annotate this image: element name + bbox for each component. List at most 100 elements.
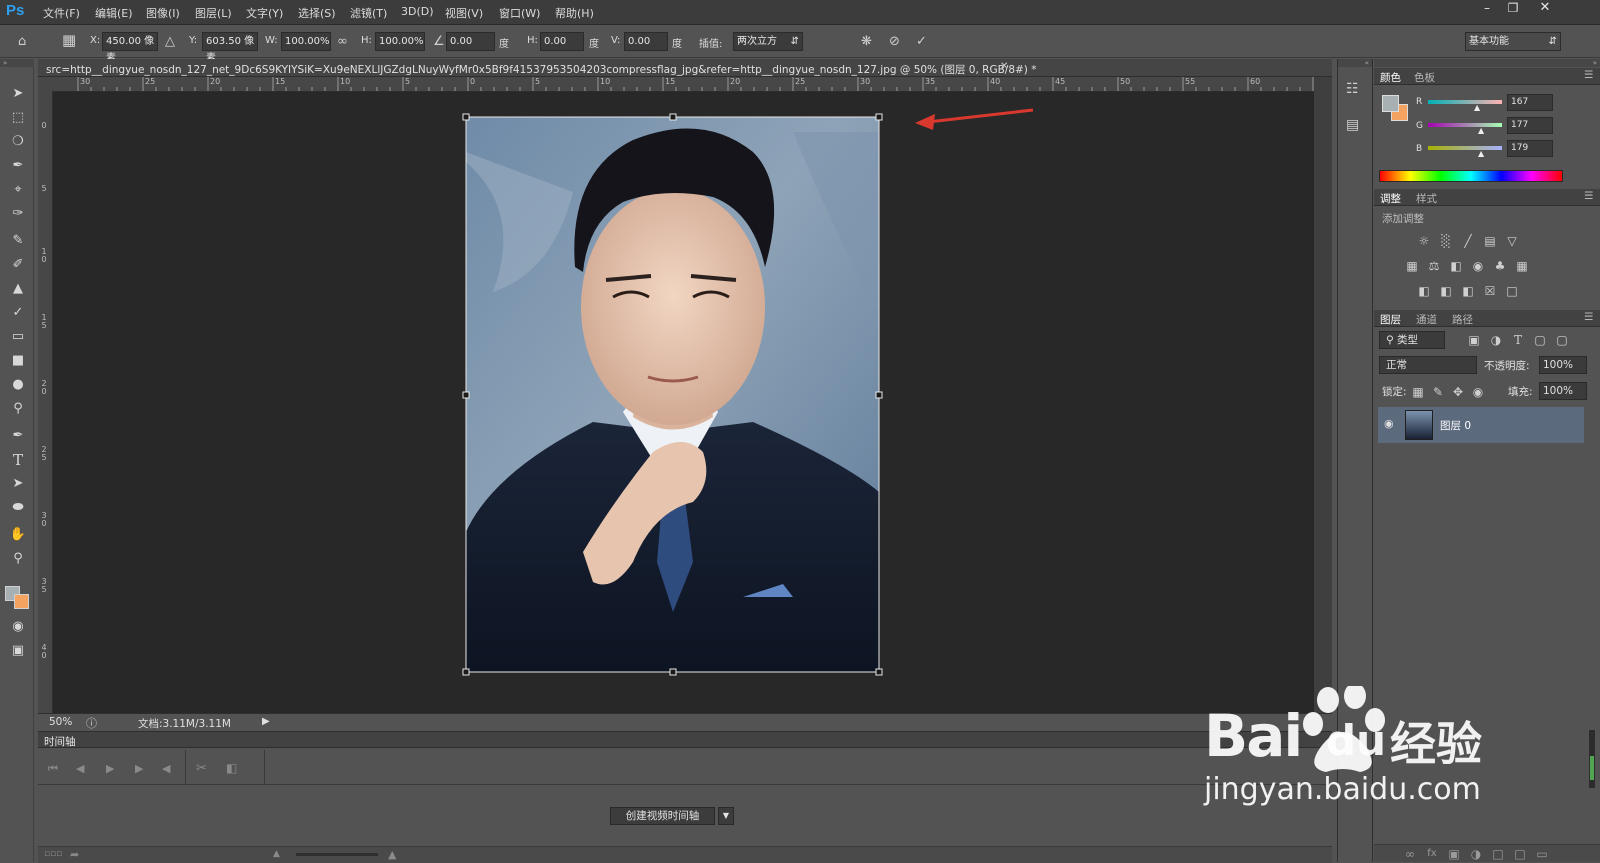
posterize-icon[interactable]: ◧ bbox=[1438, 284, 1454, 298]
adjustment-layer-icon[interactable]: ◑ bbox=[1468, 847, 1484, 861]
transform-handle[interactable] bbox=[669, 668, 677, 676]
menu-image[interactable]: 图像(I) bbox=[146, 5, 180, 21]
zoom-level[interactable]: 50% bbox=[49, 716, 72, 728]
menu-select[interactable]: 选择(S) bbox=[298, 5, 336, 21]
menu-view[interactable]: 视图(V) bbox=[445, 5, 483, 21]
tool-preset-icon[interactable]: ⌂ bbox=[18, 34, 26, 49]
fill-field[interactable]: 100% bbox=[1539, 382, 1587, 400]
mask-icon[interactable]: ▣ bbox=[1446, 847, 1462, 861]
commit-transform-icon[interactable]: ✓ bbox=[916, 34, 927, 49]
angle-field[interactable]: 0.00 bbox=[446, 32, 495, 51]
color-balance-icon[interactable]: ⚖ bbox=[1426, 259, 1442, 273]
collapse-icon[interactable]: « bbox=[1338, 59, 1372, 67]
color-spectrum-ramp[interactable] bbox=[1379, 170, 1563, 182]
menu-3d[interactable]: 3D(D) bbox=[401, 5, 434, 18]
create-video-timeline-button[interactable]: 创建视频时间轴 bbox=[610, 807, 715, 825]
transform-handle[interactable] bbox=[462, 391, 470, 399]
levels-icon[interactable]: ░ bbox=[1438, 234, 1454, 248]
tab-channels[interactable]: 通道 bbox=[1416, 312, 1437, 327]
black-white-icon[interactable]: ◧ bbox=[1448, 259, 1464, 273]
healing-brush-tool-icon[interactable]: ✎ bbox=[7, 231, 29, 251]
history-panel-icon[interactable]: ☷ bbox=[1346, 81, 1359, 97]
stamp-tool-icon[interactable]: ▲ bbox=[7, 279, 29, 299]
first-frame-icon[interactable]: ⏮ bbox=[48, 762, 58, 776]
zoom-in-icon[interactable]: ▲ bbox=[388, 848, 396, 861]
curves-icon[interactable]: ╱ bbox=[1460, 234, 1476, 248]
collapse-icon[interactable]: » bbox=[0, 59, 34, 67]
lock-pixels-icon[interactable]: ✎ bbox=[1430, 385, 1446, 399]
crop-tool-icon[interactable]: ⌖ bbox=[7, 180, 29, 200]
play-icon[interactable]: ▶ bbox=[106, 762, 114, 775]
transform-handle[interactable] bbox=[462, 668, 470, 676]
hand-tool-icon[interactable]: ✋ bbox=[7, 525, 29, 545]
status-menu-arrow-icon[interactable]: ▶ bbox=[262, 716, 270, 727]
brightness-icon[interactable]: ☼ bbox=[1416, 234, 1432, 248]
workspace-select[interactable]: 基本功能 ⇵ bbox=[1465, 32, 1561, 51]
panel-menu-icon[interactable]: ☰ bbox=[1584, 69, 1593, 81]
frame-mode-icon[interactable]: ▫▫▫ bbox=[44, 849, 62, 859]
layers-scrollbar[interactable] bbox=[1588, 729, 1596, 789]
lock-all-icon[interactable]: ◉ bbox=[1470, 385, 1486, 399]
layer-row[interactable]: ◉ 图层 0 bbox=[1378, 407, 1584, 443]
g-value-field[interactable]: 177 bbox=[1507, 117, 1553, 134]
next-frame-icon[interactable]: ▶ bbox=[135, 762, 143, 775]
background-color-swatch[interactable] bbox=[14, 594, 29, 609]
document-tab[interactable]: src=http__dingyue_nosdn_127_net_9Dc6S9KY… bbox=[38, 59, 1332, 77]
opacity-field[interactable]: 100% bbox=[1539, 356, 1587, 374]
tab-swatches[interactable]: 色板 bbox=[1414, 70, 1435, 85]
transform-handle[interactable] bbox=[875, 668, 883, 676]
panel-menu-icon[interactable]: ☰ bbox=[1584, 311, 1593, 323]
lasso-tool-icon[interactable]: ❍ bbox=[7, 132, 29, 152]
reference-point-icon[interactable]: ▦ bbox=[62, 31, 76, 49]
menu-layer[interactable]: 图层(L) bbox=[195, 5, 232, 21]
history-brush-tool-icon[interactable]: ✓ bbox=[7, 303, 29, 323]
timeline-zoom-slider[interactable] bbox=[296, 853, 378, 856]
shape-tool-icon[interactable]: ⬬ bbox=[7, 498, 29, 518]
hue-saturation-icon[interactable]: ▦ bbox=[1404, 259, 1420, 273]
color-lookup-icon[interactable]: ▦ bbox=[1514, 259, 1530, 273]
minimize-icon[interactable]: – bbox=[1474, 0, 1500, 18]
link-icon[interactable]: ∞ bbox=[337, 34, 348, 49]
filter-adjustment-icon[interactable]: ◑ bbox=[1488, 333, 1504, 347]
threshold-icon[interactable]: ◧ bbox=[1460, 284, 1476, 298]
filter-smart-object-icon[interactable]: ▢ bbox=[1554, 333, 1570, 347]
filter-type-icon[interactable]: T bbox=[1510, 333, 1526, 347]
channel-mixer-icon[interactable]: ♣ bbox=[1492, 259, 1508, 273]
blur-tool-icon[interactable]: ● bbox=[7, 375, 29, 395]
move-tool-icon[interactable]: ➤ bbox=[7, 84, 29, 104]
transform-handle[interactable] bbox=[669, 113, 677, 121]
delete-layer-icon[interactable]: ▭ bbox=[1534, 847, 1550, 861]
panel-menu-icon[interactable]: ☰ bbox=[1584, 190, 1593, 202]
pen-tool-icon[interactable]: ✒ bbox=[7, 426, 29, 446]
exposure-icon[interactable]: ▤ bbox=[1482, 234, 1498, 248]
properties-panel-icon[interactable]: ▤ bbox=[1346, 117, 1359, 133]
path-select-tool-icon[interactable]: ➤ bbox=[7, 474, 29, 494]
lock-position-icon[interactable]: ✥ bbox=[1450, 385, 1466, 399]
transition-icon[interactable]: ◧ bbox=[226, 761, 237, 775]
r-slider[interactable] bbox=[1428, 100, 1502, 104]
menu-help[interactable]: 帮助(H) bbox=[555, 5, 594, 21]
blend-mode-select[interactable]: 正常 bbox=[1379, 356, 1477, 374]
photo-filter-icon[interactable]: ◉ bbox=[1470, 259, 1486, 273]
transform-handle[interactable] bbox=[875, 391, 883, 399]
fx-icon[interactable]: fx bbox=[1424, 847, 1440, 861]
vskew-field[interactable]: 0.00 bbox=[624, 32, 668, 51]
layer-filter-select[interactable]: ⚲ 类型 bbox=[1379, 331, 1445, 349]
w-field[interactable]: 100.00% bbox=[281, 32, 331, 51]
info-icon[interactable]: ⓘ bbox=[86, 715, 97, 731]
selective-color-icon[interactable]: □ bbox=[1504, 284, 1520, 298]
tab-color[interactable]: 颜色 bbox=[1380, 70, 1401, 85]
eraser-tool-icon[interactable]: ▭ bbox=[7, 327, 29, 347]
menu-type[interactable]: 文字(Y) bbox=[246, 5, 283, 21]
quick-mask-icon[interactable]: ◉ bbox=[7, 617, 29, 637]
eyedropper-tool-icon[interactable]: ✑ bbox=[7, 204, 29, 224]
tab-adjustments[interactable]: 调整 bbox=[1380, 191, 1401, 206]
link-layers-icon[interactable]: ∞ bbox=[1402, 847, 1418, 861]
delta-icon[interactable]: △ bbox=[165, 34, 175, 49]
foreground-color-swatch[interactable] bbox=[1382, 95, 1399, 112]
convert-icon[interactable]: ➦ bbox=[70, 848, 79, 861]
y-field[interactable]: 603.50 像素 bbox=[202, 32, 258, 64]
zoom-tool-icon[interactable]: ⚲ bbox=[7, 549, 29, 569]
zoom-out-icon[interactable]: ▲ bbox=[273, 849, 280, 859]
x-field[interactable]: 450.00 像素 bbox=[102, 32, 158, 64]
